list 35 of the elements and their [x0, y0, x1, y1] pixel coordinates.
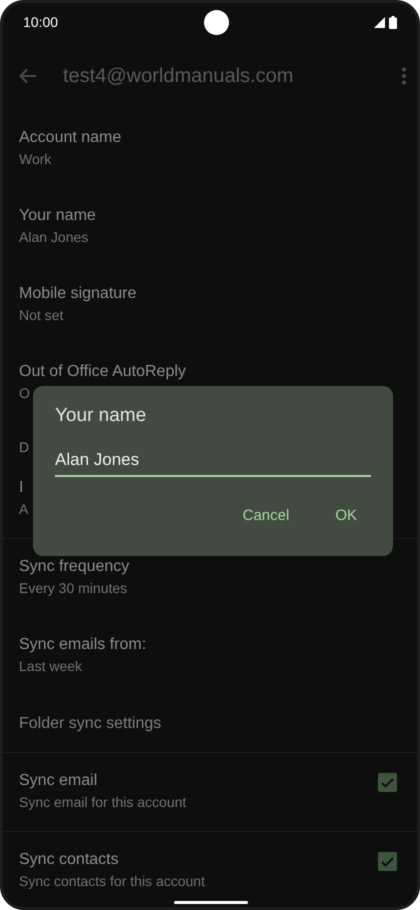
- battery-icon: [388, 16, 397, 29]
- app-bar-title: test4@worldmanuals.com: [63, 64, 294, 89]
- setting-title[interactable]: Out of Office AutoReply: [19, 361, 186, 383]
- check-icon: [381, 778, 394, 788]
- section-header: D: [19, 438, 30, 457]
- more-icon[interactable]: [401, 67, 407, 85]
- setting-title[interactable]: Sync contacts: [19, 849, 119, 871]
- setting-title[interactable]: Account name: [19, 127, 122, 149]
- dialog-title: Your name: [55, 404, 148, 428]
- setting-title[interactable]: Sync email: [19, 770, 98, 792]
- setting-title[interactable]: Sync emails from:: [19, 634, 146, 656]
- setting-title[interactable]: Folder sync settings: [19, 712, 162, 736]
- setting-title[interactable]: Mobile signature: [19, 283, 136, 305]
- setting-summary: O: [19, 384, 30, 403]
- checkbox[interactable]: [378, 773, 397, 792]
- checkbox[interactable]: [378, 852, 397, 871]
- setting-title[interactable]: Your name: [19, 205, 96, 227]
- status-time: 10:00: [23, 13, 58, 32]
- setting-title[interactable]: I: [19, 477, 24, 499]
- camera-cutout: [204, 10, 229, 35]
- dialog-button[interactable]: OK: [329, 501, 363, 532]
- setting-summary: Not set: [19, 306, 64, 325]
- setting-summary: Every 30 minutes: [19, 579, 128, 598]
- signal-icon: [374, 17, 385, 28]
- setting-summary: Work: [19, 150, 52, 169]
- setting-title[interactable]: Sync frequency: [19, 556, 130, 578]
- setting-summary: Sync email for this account: [19, 793, 186, 812]
- name-field[interactable]: Alan Jones: [55, 446, 371, 477]
- back-icon[interactable]: [19, 68, 37, 84]
- setting-summary: Alan Jones: [19, 228, 88, 247]
- dialog-button[interactable]: Cancel: [236, 501, 296, 532]
- setting-summary: Last week: [19, 657, 82, 676]
- setting-summary: Sync contacts for this account: [19, 872, 205, 891]
- check-icon: [381, 856, 394, 866]
- setting-summary: A: [19, 500, 28, 519]
